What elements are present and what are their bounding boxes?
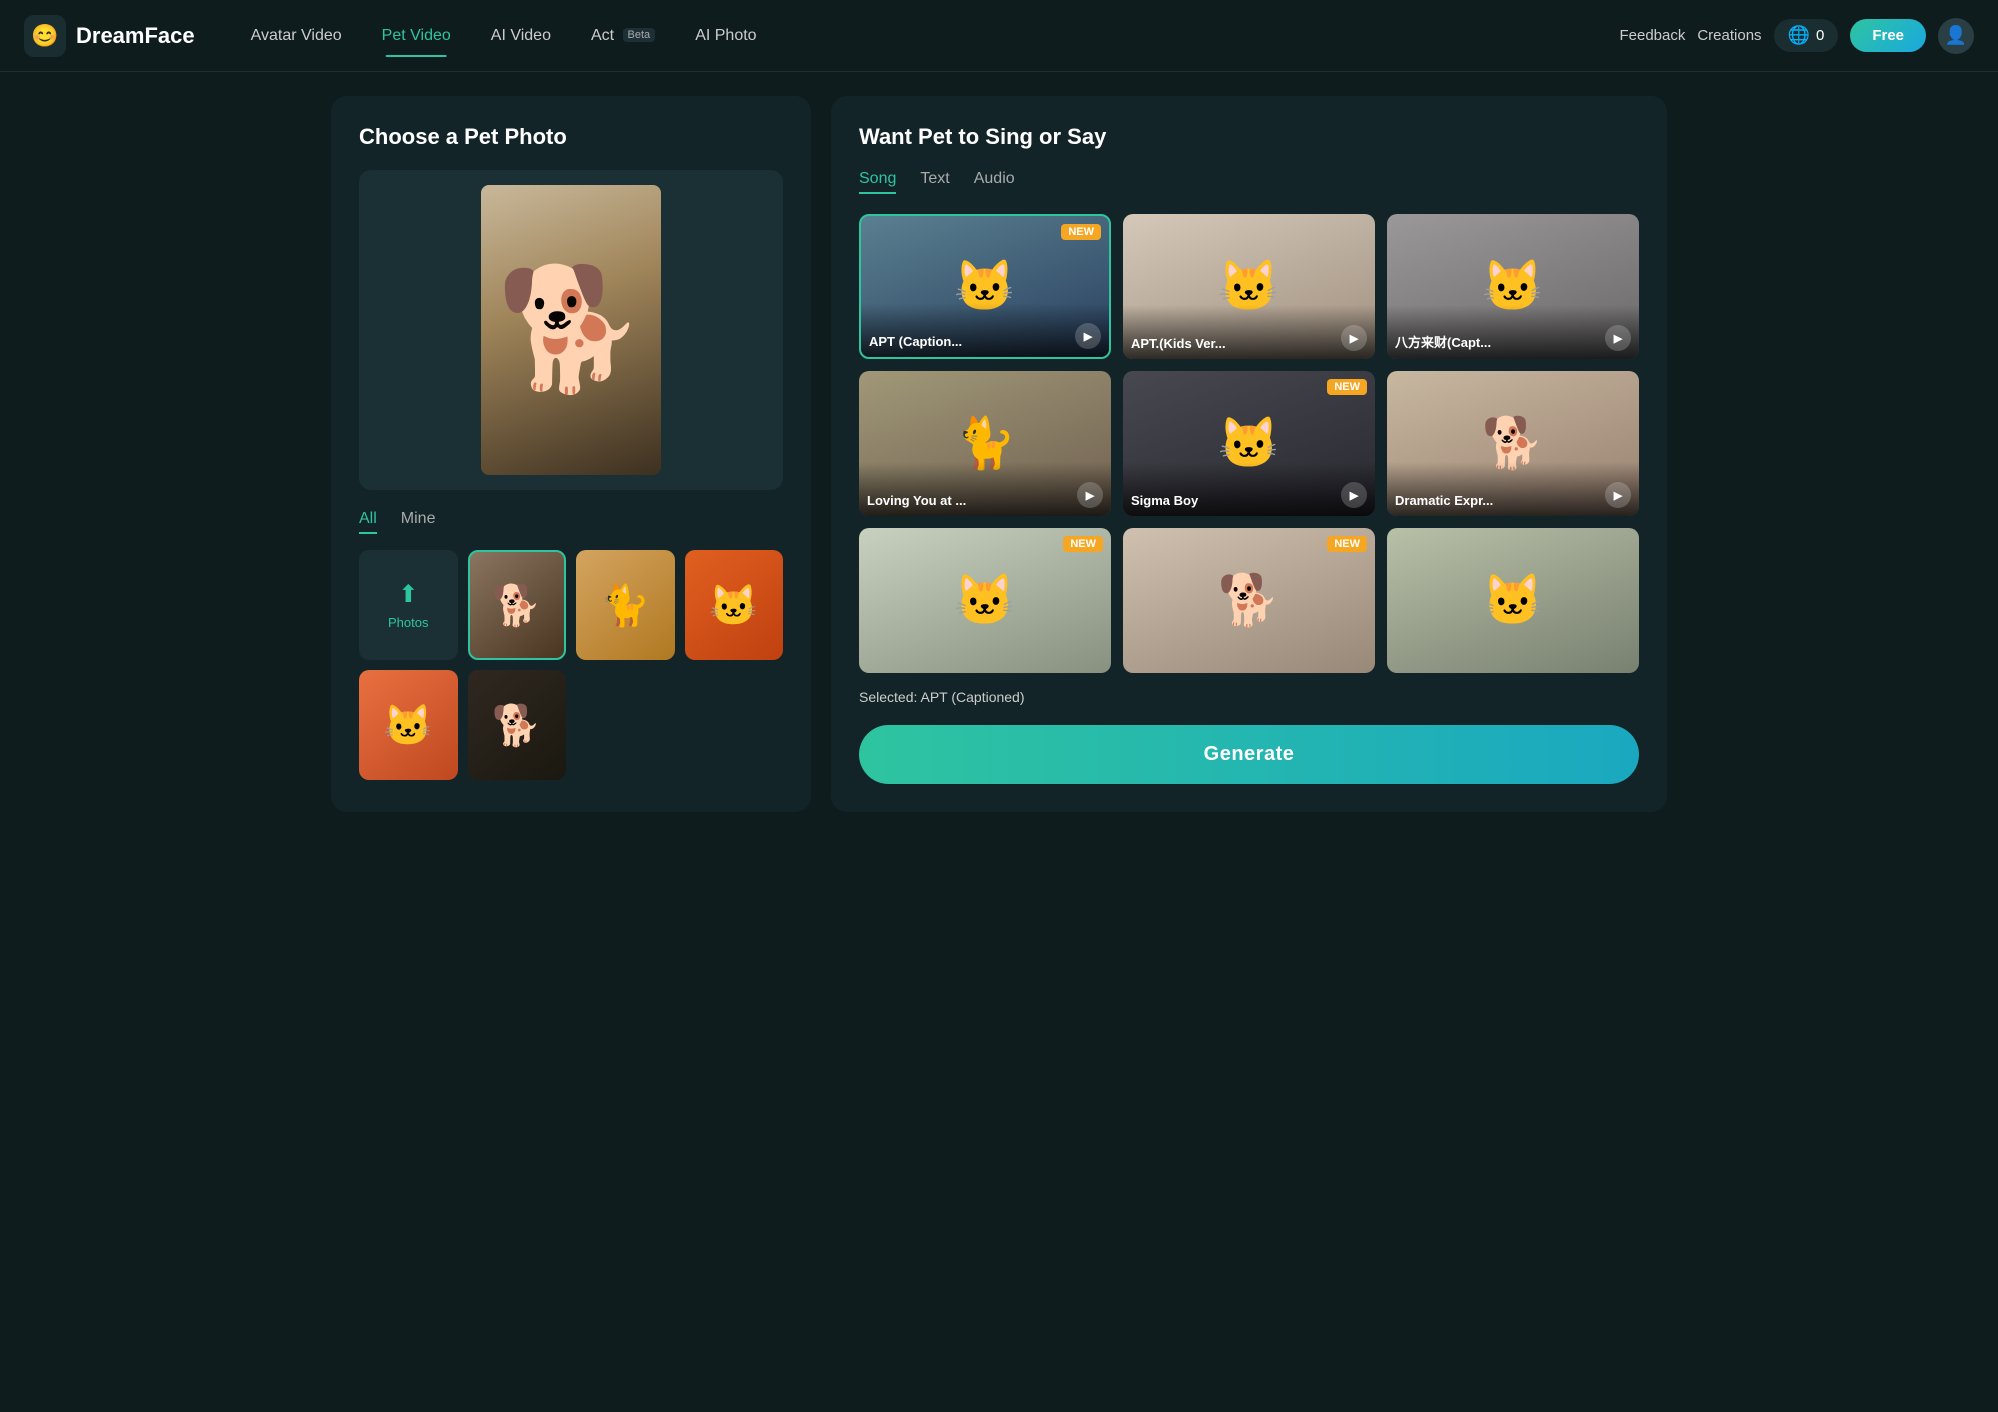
logo-icon: 😊: [24, 15, 66, 57]
selected-pet-photo: [481, 185, 661, 475]
song-card-row3b[interactable]: 🐕 NEW: [1123, 528, 1375, 673]
thumb-img-dog2: 🐕: [468, 670, 567, 780]
globe-icon: 🌐: [1788, 25, 1810, 46]
song-card-sigma[interactable]: 🐱 NEW Sigma Boy ▶: [1123, 371, 1375, 516]
photo-thumb-cat1[interactable]: 🐈: [576, 550, 675, 660]
photo-thumb-cat-orange[interactable]: 🐱: [359, 670, 458, 780]
song-grid: 🐱 NEW APT (Caption... ▶ 🐱 APT.(Kids Ver.…: [859, 214, 1639, 673]
creations-link[interactable]: Creations: [1697, 27, 1761, 44]
logo[interactable]: 😊 DreamFace: [24, 15, 195, 57]
song-label-bafang: 八方来财(Capt... ▶: [1387, 305, 1639, 359]
play-btn-apt-kids[interactable]: ▶: [1341, 325, 1367, 351]
play-btn-bafang[interactable]: ▶: [1605, 325, 1631, 351]
feedback-link[interactable]: Feedback: [1619, 27, 1685, 44]
nav-item-avatar-video[interactable]: Avatar Video: [235, 19, 358, 53]
main-content: Choose a Pet Photo All Mine ⬆ Photos 🐕 🐈: [299, 72, 1699, 836]
new-badge-row3a: NEW: [1063, 536, 1103, 552]
main-photo-area: [359, 170, 783, 490]
upload-icon: ⬆: [398, 580, 418, 609]
song-label-sigma: Sigma Boy ▶: [1123, 462, 1375, 516]
nav-right: Feedback Creations 🌐 0 Free 👤: [1619, 18, 1974, 54]
song-card-bafang[interactable]: 🐱 八方来财(Capt... ▶: [1387, 214, 1639, 359]
tab-mine[interactable]: Mine: [401, 510, 436, 534]
song-tabs: Song Text Audio: [859, 170, 1639, 194]
photo-thumb-dog1[interactable]: 🐕: [468, 550, 567, 660]
song-card-apt-cap[interactable]: 🐱 NEW APT (Caption... ▶: [859, 214, 1111, 359]
photo-thumb-dog2[interactable]: 🐕: [468, 670, 567, 780]
song-card-row3a[interactable]: 🐱 NEW: [859, 528, 1111, 673]
nav-item-act[interactable]: Act Beta: [575, 19, 671, 53]
tab-audio[interactable]: Audio: [974, 170, 1015, 194]
play-btn-apt-cap[interactable]: ▶: [1075, 323, 1101, 349]
act-badge: Beta: [623, 28, 656, 42]
play-btn-loving[interactable]: ▶: [1077, 482, 1103, 508]
upload-button[interactable]: ⬆ Photos: [359, 550, 458, 660]
right-panel-title: Want Pet to Sing or Say: [859, 124, 1639, 150]
right-panel: Want Pet to Sing or Say Song Text Audio …: [831, 96, 1667, 812]
thumb-img-dog1: 🐕: [470, 552, 565, 658]
nav-links: Avatar Video Pet Video AI Video Act Beta…: [235, 19, 1612, 53]
generate-button[interactable]: Generate: [859, 725, 1639, 784]
song-img-row3c: 🐱: [1387, 528, 1639, 673]
thumb-img-cat-fat: 🐱: [685, 550, 784, 660]
credits-count: 0: [1816, 27, 1824, 44]
play-btn-dramatic[interactable]: ▶: [1605, 482, 1631, 508]
logo-text: DreamFace: [76, 23, 195, 49]
photo-tabs: All Mine: [359, 510, 783, 534]
nav-item-pet-video[interactable]: Pet Video: [366, 19, 467, 53]
new-badge-row3b: NEW: [1327, 536, 1367, 552]
song-card-dramatic[interactable]: 🐕 Dramatic Expr... ▶: [1387, 371, 1639, 516]
new-badge-apt-cap: NEW: [1061, 224, 1101, 240]
tab-text[interactable]: Text: [920, 170, 949, 194]
song-card-loving[interactable]: 🐈 Loving You at ... ▶: [859, 371, 1111, 516]
photo-grid: ⬆ Photos 🐕 🐈 🐱 🐱 🐕: [359, 550, 783, 780]
thumb-img-cat-orange: 🐱: [359, 670, 458, 780]
song-card-row3c[interactable]: 🐱: [1387, 528, 1639, 673]
new-badge-sigma: NEW: [1327, 379, 1367, 395]
credits-display: 🌐 0: [1774, 19, 1839, 52]
upload-label: Photos: [388, 615, 428, 630]
tab-all[interactable]: All: [359, 510, 377, 534]
tab-song[interactable]: Song: [859, 170, 896, 194]
thumb-img-cat1: 🐈: [576, 550, 675, 660]
left-panel-title: Choose a Pet Photo: [359, 124, 783, 150]
left-panel: Choose a Pet Photo All Mine ⬆ Photos 🐕 🐈: [331, 96, 811, 812]
user-avatar[interactable]: 👤: [1938, 18, 1974, 54]
song-label-loving: Loving You at ... ▶: [859, 462, 1111, 516]
song-card-apt-kids[interactable]: 🐱 APT.(Kids Ver... ▶: [1123, 214, 1375, 359]
song-label-apt-kids: APT.(Kids Ver... ▶: [1123, 305, 1375, 359]
nav-item-ai-photo[interactable]: AI Photo: [679, 19, 772, 53]
song-label-dramatic: Dramatic Expr... ▶: [1387, 462, 1639, 516]
free-button[interactable]: Free: [1850, 19, 1926, 52]
song-label-apt-cap: APT (Caption... ▶: [861, 303, 1109, 357]
navbar: 😊 DreamFace Avatar Video Pet Video AI Vi…: [0, 0, 1998, 72]
nav-item-ai-video[interactable]: AI Video: [475, 19, 567, 53]
selected-song-text: Selected: APT (Captioned): [859, 689, 1639, 705]
photo-thumb-cat-fat[interactable]: 🐱: [685, 550, 784, 660]
play-btn-sigma[interactable]: ▶: [1341, 482, 1367, 508]
